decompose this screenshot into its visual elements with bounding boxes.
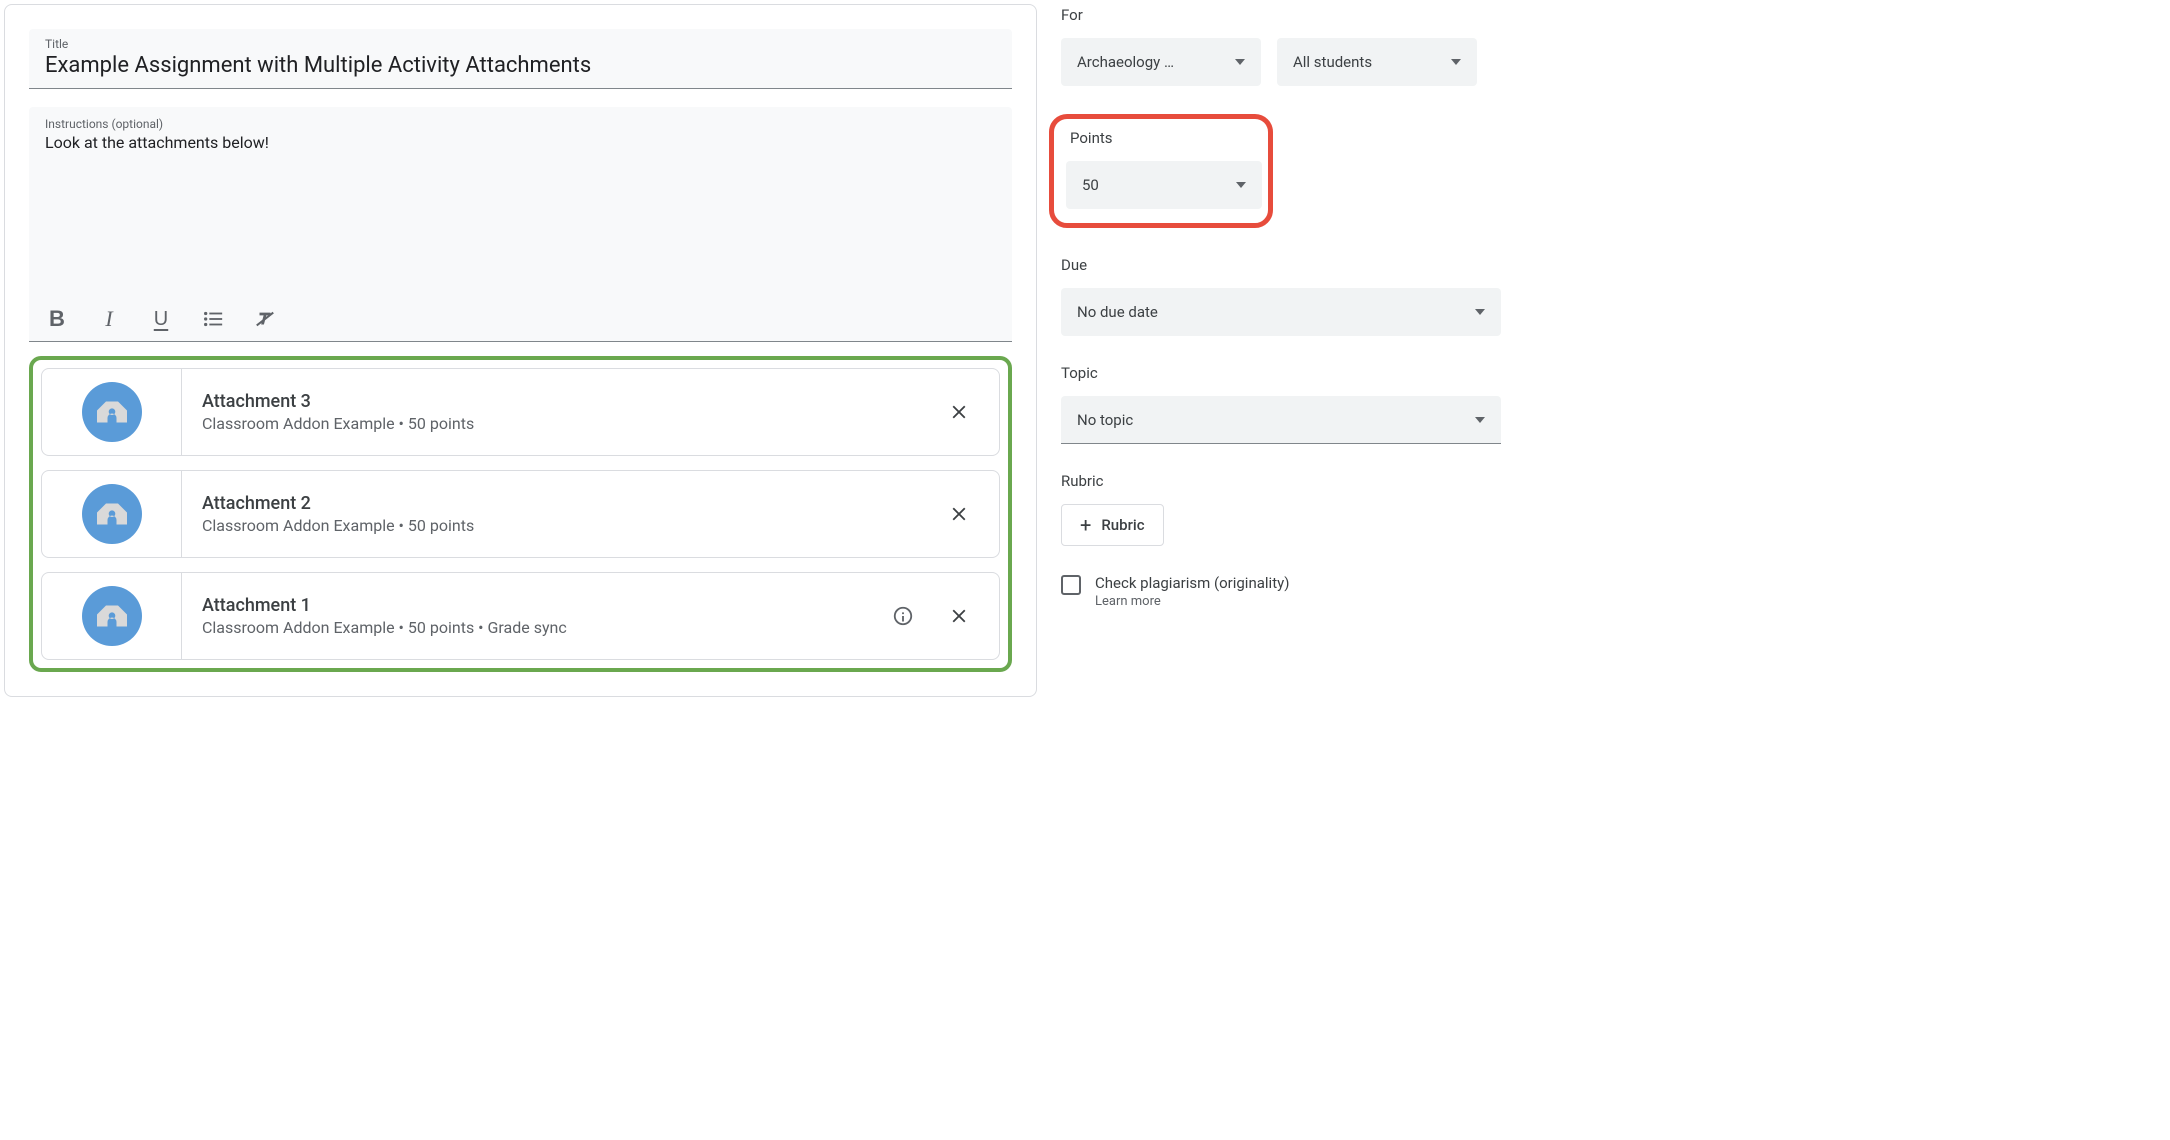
- attachment-card[interactable]: Attachment 3 Classroom Addon Example • 5…: [41, 368, 1000, 456]
- instructions-field[interactable]: Instructions (optional) Look at the atta…: [29, 107, 1012, 297]
- rubric-label: Rubric: [1061, 472, 1501, 490]
- remove-attachment-button[interactable]: [939, 596, 979, 636]
- italic-button[interactable]: I: [97, 307, 121, 331]
- attachment-info-button[interactable]: [883, 596, 923, 636]
- remove-attachment-button[interactable]: [939, 494, 979, 534]
- title-label: Title: [45, 37, 996, 51]
- assignment-editor-card: Title Example Assignment with Multiple A…: [4, 4, 1037, 697]
- attachment-subtitle: Classroom Addon Example • 50 points: [202, 516, 923, 535]
- attachments-highlight: Attachment 3 Classroom Addon Example • 5…: [29, 356, 1012, 672]
- clear-formatting-button[interactable]: [253, 307, 277, 331]
- attachment-thumbnail: [42, 369, 182, 455]
- points-highlight: Points 50: [1049, 114, 1273, 228]
- chevron-down-icon: [1451, 59, 1461, 65]
- instructions-label: Instructions (optional): [45, 117, 996, 131]
- underline-button[interactable]: U: [149, 307, 173, 331]
- class-select[interactable]: Archaeology …: [1061, 38, 1261, 86]
- plagiarism-label: Check plagiarism (originality): [1095, 574, 1289, 592]
- addon-icon: [82, 484, 142, 544]
- topic-select[interactable]: No topic: [1061, 396, 1501, 444]
- attachment-title: Attachment 3: [202, 391, 923, 412]
- plagiarism-checkbox[interactable]: [1061, 575, 1081, 595]
- bold-button[interactable]: B: [45, 307, 69, 331]
- chevron-down-icon: [1475, 309, 1485, 315]
- attachment-thumbnail: [42, 573, 182, 659]
- topic-label: Topic: [1061, 364, 1501, 382]
- learn-more-link[interactable]: Learn more: [1095, 594, 1289, 609]
- instructions-value: Look at the attachments below!: [45, 133, 996, 152]
- remove-attachment-button[interactable]: [939, 392, 979, 432]
- students-select[interactable]: All students: [1277, 38, 1477, 86]
- bullet-list-button[interactable]: [201, 307, 225, 331]
- points-select[interactable]: 50: [1066, 161, 1262, 209]
- settings-sidebar: For Archaeology … All students Points 50: [1061, 4, 1501, 697]
- attachment-thumbnail: [42, 471, 182, 557]
- chevron-down-icon: [1475, 417, 1485, 423]
- addon-icon: [82, 586, 142, 646]
- title-field[interactable]: Title Example Assignment with Multiple A…: [29, 29, 1012, 89]
- chevron-down-icon: [1235, 59, 1245, 65]
- attachment-title: Attachment 1: [202, 595, 867, 616]
- attachment-subtitle: Classroom Addon Example • 50 points: [202, 414, 923, 433]
- attachment-title: Attachment 2: [202, 493, 923, 514]
- plus-icon: +: [1080, 515, 1091, 535]
- due-date-select[interactable]: No due date: [1061, 288, 1501, 336]
- title-value: Example Assignment with Multiple Activit…: [45, 53, 996, 78]
- attachment-subtitle: Classroom Addon Example • 50 points • Gr…: [202, 618, 867, 637]
- points-label: Points: [1070, 129, 1256, 147]
- due-label: Due: [1061, 256, 1501, 274]
- attachment-card[interactable]: Attachment 1 Classroom Addon Example • 5…: [41, 572, 1000, 660]
- add-rubric-button[interactable]: + Rubric: [1061, 504, 1164, 546]
- for-label: For: [1061, 6, 1501, 24]
- chevron-down-icon: [1236, 182, 1246, 188]
- addon-icon: [82, 382, 142, 442]
- attachment-card[interactable]: Attachment 2 Classroom Addon Example • 5…: [41, 470, 1000, 558]
- formatting-toolbar: B I U: [29, 297, 1012, 342]
